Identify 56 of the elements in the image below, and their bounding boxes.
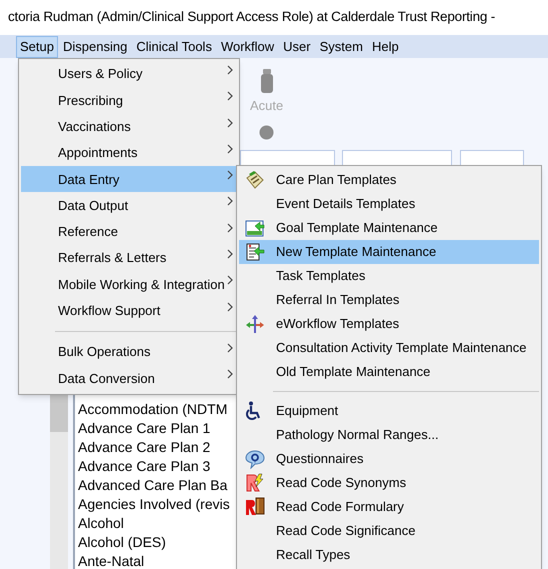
menu-item[interactable]: Event Details Templates (239, 192, 539, 216)
menu-item[interactable]: Workflow Support (21, 298, 237, 324)
menu-bar-item[interactable]: Clinical Tools (132, 36, 216, 58)
menu-item[interactable]: Reference (21, 218, 237, 246)
menu-bar-item[interactable]: Setup (16, 36, 58, 58)
status-dot-icon (259, 125, 274, 140)
menu-item[interactable]: Bulk Operations (21, 338, 237, 366)
chevron-right-icon (227, 275, 233, 286)
menu-item[interactable]: Care Plan Templates (239, 168, 539, 192)
arrows-icon (245, 314, 265, 334)
menu-item[interactable]: eWorkflow Templates (239, 312, 539, 336)
menu-item[interactable]: Users & Policy (21, 61, 237, 88)
menu-bar-item[interactable]: User (279, 36, 315, 58)
menu-item[interactable]: Consultation Activity Template Maintenance (239, 336, 539, 360)
menu-item[interactable]: Vaccinations (21, 114, 237, 140)
chevron-right-icon (227, 302, 233, 312)
menu-bar-item[interactable]: Workflow (216, 36, 278, 58)
menu-item[interactable]: Pathology Normal Ranges... (239, 423, 539, 447)
menu-bar-item[interactable]: Help (368, 36, 403, 58)
chevron-right-icon (227, 91, 233, 102)
menu-item[interactable]: Recall Types (239, 543, 539, 567)
menu-item[interactable]: Mobile Working & Integration (21, 271, 237, 298)
menu-item[interactable]: Read Code Formulary (239, 495, 539, 519)
menu-item[interactable]: Data Output (21, 192, 237, 219)
wheelchair-icon (245, 401, 263, 421)
menu-item[interactable]: Read Code Significance (239, 519, 539, 543)
menu-item[interactable]: Data Conversion (21, 365, 237, 392)
menu-item[interactable]: Appointments (21, 140, 237, 166)
menu-item[interactable]: Task Templates (239, 264, 539, 288)
chevron-right-icon (227, 369, 233, 380)
menu-item[interactable]: Goal Template Maintenance (239, 216, 539, 240)
menu-item[interactable]: Equipment (239, 399, 539, 423)
r-book-icon (245, 497, 265, 517)
chevron-right-icon (227, 118, 233, 128)
window-title: ctoria Rudman (Admin/Clinical Support Access Role) at Calderdale Trust Reporting - (8, 8, 496, 26)
menu-item[interactable]: Old Template Maintenance (239, 360, 539, 384)
menu-item[interactable]: New Template Maintenance (239, 240, 539, 264)
menu-item[interactable]: Referral In Templates (239, 288, 539, 312)
chevron-right-icon (227, 65, 233, 75)
bottle-icon (260, 69, 274, 93)
menu-item[interactable]: Referrals & Letters (21, 245, 237, 272)
menu-item[interactable]: Read Code Synonyms (239, 471, 539, 495)
r-lightning-icon (245, 473, 265, 493)
menu-item[interactable]: Data Entry (21, 166, 237, 192)
menu-item[interactable]: Prescribing (21, 87, 237, 114)
chevron-right-icon (227, 222, 233, 233)
chevron-right-icon (227, 170, 233, 180)
chevron-right-icon (227, 196, 233, 206)
menu-bar-item[interactable]: Dispensing (58, 36, 132, 58)
menu-item[interactable]: Questionnaires (239, 447, 539, 471)
toolbar-label: Acute (250, 97, 284, 115)
chevron-right-icon (227, 342, 233, 353)
chevron-right-icon (227, 144, 233, 154)
document-arrow-icon (245, 242, 265, 262)
menu-bar-item[interactable]: System (316, 36, 367, 58)
chevron-right-icon (227, 249, 233, 260)
